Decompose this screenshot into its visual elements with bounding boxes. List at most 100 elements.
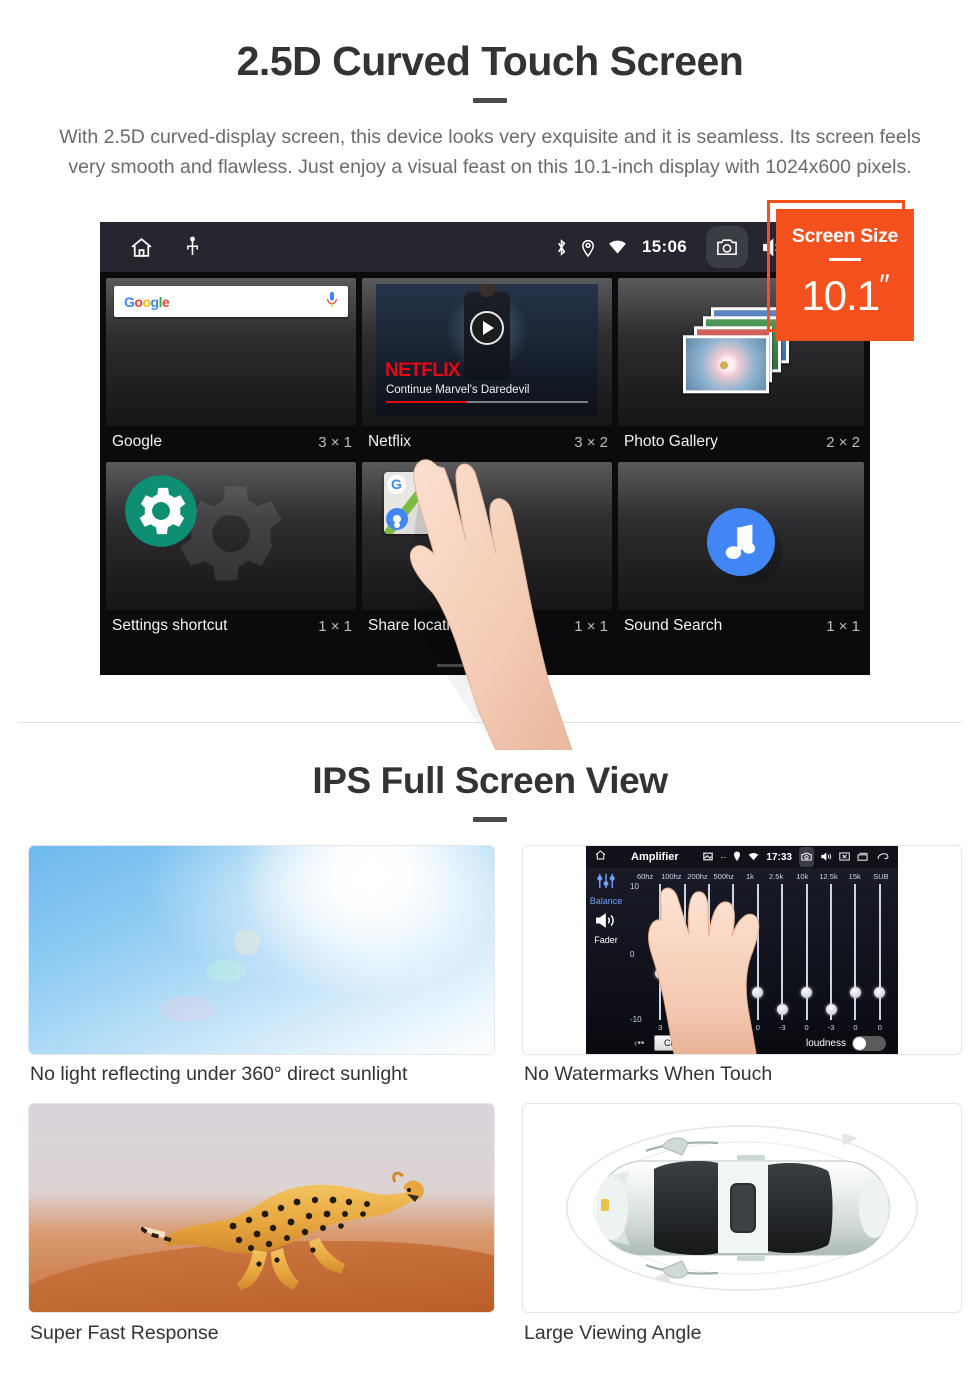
section2-underline <box>473 817 507 822</box>
band-label: 15k <box>848 872 861 881</box>
balance-label[interactable]: Balance <box>586 896 626 906</box>
section-divider <box>18 722 962 723</box>
card-amplifier: Amplifier ·· 17:33 Balance Fader 60hz 10… <box>522 845 962 1055</box>
section1-description: With 2.5D curved-display screen, this de… <box>59 126 921 178</box>
scale-max: 10 <box>630 882 639 891</box>
maps-widget-preview[interactable]: G <box>361 462 612 610</box>
scale-min: -10 <box>630 1015 642 1024</box>
back-icon[interactable] <box>876 848 890 866</box>
product-detail-page: 2.5D Curved Touch Screen With 2.5D curve… <box>0 0 980 1394</box>
widget-size: 1 × 1 <box>318 617 352 635</box>
home-icon[interactable] <box>594 848 607 866</box>
badge-divider <box>829 258 861 261</box>
widget-size: 3 × 1 <box>318 433 352 451</box>
car-rotation-diagram <box>566 1124 918 1291</box>
widget-name: Netflix <box>367 433 412 450</box>
camera-icon[interactable] <box>799 847 814 867</box>
lens-flare <box>159 995 216 1022</box>
widget-name: Sound Search <box>623 617 723 634</box>
equalizer-icon[interactable] <box>586 873 626 894</box>
netflix-subtitle: Continue Marvel's Daredevil <box>385 384 530 396</box>
progress-bar <box>385 401 588 403</box>
car-topview-image <box>523 1104 961 1312</box>
amplifier-title: Amplifier <box>631 851 679 863</box>
screen-size-badge: Screen Size 10.1″ <box>776 209 914 341</box>
close-box-icon[interactable] <box>839 848 850 866</box>
wifi-icon <box>608 239 627 255</box>
section2-title: IPS Full Screen View <box>312 760 668 801</box>
bluetooth-icon <box>555 238 568 257</box>
widget-row-2: Settings shortcut 1 × 1 G Share location… <box>106 462 865 644</box>
amplifier-time: 17:33 <box>766 851 792 863</box>
netflix-art: NETFLIX Continue Marvel's Daredevil <box>375 284 598 416</box>
amplifier-photo: Amplifier ·· 17:33 Balance Fader 60hz 10… <box>523 846 961 1054</box>
widget-size: 1 × 1 <box>826 617 861 635</box>
photo-thumb-front <box>682 335 769 394</box>
widget-grid: Google Google 3 × 1 NETFLIX Continue Mar… <box>100 272 870 675</box>
hand-illustration <box>648 887 760 1054</box>
status-time: 15:06 <box>642 237 687 256</box>
band-label: 12.5k <box>819 872 838 881</box>
widget-meta: Settings shortcut 1 × 1 <box>106 610 356 644</box>
amplifier-status-icons: ·· 17:33 <box>703 847 898 867</box>
band-label: SUB <box>873 872 889 881</box>
amplifier-sidebar: Balance Fader <box>586 868 626 1054</box>
netflix-widget-preview[interactable]: NETFLIX Continue Marvel's Daredevil <box>361 278 612 426</box>
google-widget-preview[interactable]: Google <box>106 278 356 426</box>
camera-icon[interactable] <box>706 226 748 268</box>
widget-meta: Photo Gallery 2 × 2 <box>618 426 864 460</box>
loudness-toggle[interactable] <box>852 1035 886 1051</box>
more-icon[interactable]: ·· <box>720 852 726 862</box>
person-pin-icon <box>385 508 408 530</box>
eq-slider <box>819 884 843 1020</box>
gear-icon[interactable] <box>124 474 198 553</box>
eq-slider <box>868 884 892 1020</box>
volume-icon[interactable] <box>821 848 832 866</box>
loudness-control[interactable]: loudness <box>806 1035 898 1051</box>
mic-icon[interactable] <box>326 291 338 313</box>
card-viewing-angle <box>522 1103 962 1313</box>
google-maps-icon[interactable]: G <box>383 472 446 534</box>
home-icon[interactable] <box>128 235 155 260</box>
page-dot[interactable] <box>437 664 463 667</box>
widget-name: Share location <box>367 617 468 634</box>
volume-icon[interactable] <box>586 912 626 934</box>
page-dot-active[interactable] <box>507 664 533 667</box>
eq-value: 0 <box>877 1023 882 1032</box>
play-icon[interactable] <box>469 311 504 345</box>
settings-widget-preview[interactable] <box>106 462 356 610</box>
widget-name: Settings shortcut <box>112 617 228 634</box>
fader-label[interactable]: Fader <box>586 935 626 945</box>
music-note-icon[interactable] <box>706 508 775 576</box>
widget-meta: Netflix 3 × 2 <box>362 426 612 460</box>
gallery-icon[interactable] <box>703 848 714 866</box>
widget-sound-search[interactable]: Sound Search 1 × 1 <box>617 462 865 644</box>
caption-sunlight: No light reflecting under 360° direct su… <box>30 1063 408 1085</box>
widget-meta: Google 3 × 1 <box>106 426 356 460</box>
widget-name: Photo Gallery <box>623 433 718 450</box>
caption-viewing-angle: Large Viewing Angle <box>524 1322 702 1344</box>
widget-name: Google <box>112 433 162 450</box>
usb-icon[interactable] <box>185 236 200 258</box>
page-dot[interactable] <box>472 664 498 667</box>
running-cheetah <box>141 1171 424 1290</box>
widget-size: 2 × 2 <box>826 433 861 451</box>
widget-google[interactable]: Google Google 3 × 1 <box>106 278 356 460</box>
sound-search-widget-preview[interactable] <box>617 462 865 610</box>
widget-netflix[interactable]: NETFLIX Continue Marvel's Daredevil Netf… <box>361 278 612 460</box>
badge-number: 10.1 <box>801 272 880 319</box>
search-input[interactable]: Google <box>114 286 348 317</box>
amplifier-status-bar: Amplifier ·· 17:33 <box>586 846 898 868</box>
sunlight-image <box>29 846 494 1054</box>
page-indicator[interactable] <box>437 664 533 667</box>
widget-settings-shortcut[interactable]: Settings shortcut 1 × 1 <box>106 462 356 644</box>
google-logo: Google <box>124 293 170 310</box>
recents-icon[interactable] <box>857 848 869 866</box>
map-marker-dot <box>421 480 440 498</box>
character-head <box>478 284 496 297</box>
location-icon <box>581 238 595 257</box>
badge-value: 10.1″ <box>776 269 914 320</box>
device-screenshot: 15:06 Google Google 3 × 1 NETFLIX Contin… <box>100 222 870 675</box>
widget-share-location[interactable]: G Share location 1 × 1 <box>361 462 612 644</box>
eq-value: 0 <box>804 1023 809 1032</box>
